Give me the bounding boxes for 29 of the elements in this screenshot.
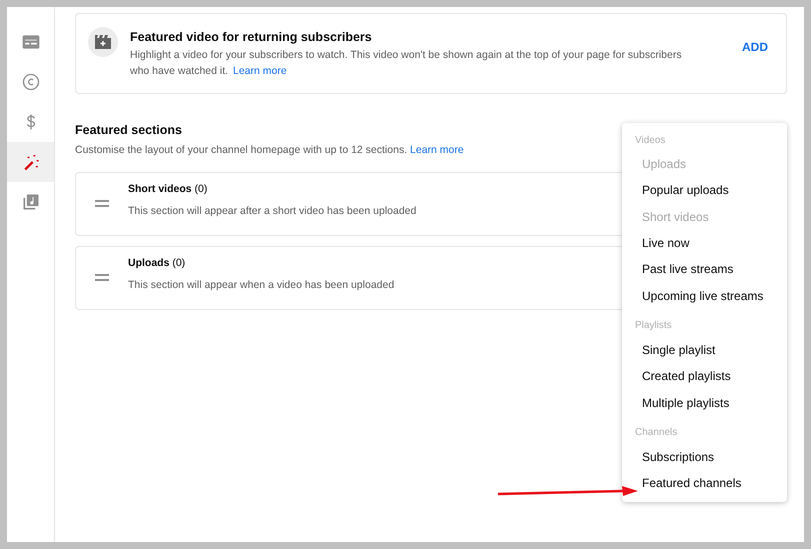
sidebar-item[interactable]: [7, 142, 54, 182]
copyright-icon: [20, 72, 40, 92]
section-description: This section will appear after a short video has been uploaded: [128, 204, 416, 218]
menu-group-heading: Videos: [634, 134, 666, 148]
menu-item[interactable]: Live now: [622, 230, 787, 256]
menu-group-heading: Playlists: [634, 319, 673, 334]
card-title: Featured video for returning subscribers: [130, 29, 373, 45]
card-description: Highlight a video for your subscribers to watch. This video won't be shown again at the top of your page for subscribers who have watched it. Learn more: [130, 48, 683, 79]
section-title: Short videos (0): [128, 182, 208, 197]
section-description: This section will appear when a video has been uploaded: [128, 278, 394, 292]
section-description: Customise the layout of your channel homepage with up to 12 sections. Learn more: [75, 142, 464, 158]
section-heading: Featured sections: [75, 122, 182, 139]
learn-more-link[interactable]: Learn more: [410, 144, 464, 156]
section-title: Uploads (0): [128, 256, 186, 271]
menu-item[interactable]: Created playlists: [622, 363, 787, 390]
menu-item[interactable]: Past live streams: [622, 256, 787, 282]
menu-item[interactable]: Single playlist: [622, 336, 787, 364]
menu-group-heading: Channels: [634, 426, 678, 440]
menu-item[interactable]: Popular uploads: [622, 177, 787, 204]
menu-item[interactable]: Upcoming live streams: [622, 282, 787, 309]
menu-item[interactable]: Multiple playlists: [622, 389, 787, 416]
add-button[interactable]: ADD: [742, 38, 768, 56]
drag-handle-icon[interactable]: [95, 274, 109, 281]
library-icon: [20, 192, 40, 212]
menu-item[interactable]: Subscriptions: [622, 444, 787, 470]
learn-more-link[interactable]: Learn more: [232, 65, 287, 77]
drag-handle-icon[interactable]: [95, 200, 109, 207]
menu-item[interactable]: Featured channels: [622, 470, 787, 496]
video-icon: [88, 27, 118, 57]
